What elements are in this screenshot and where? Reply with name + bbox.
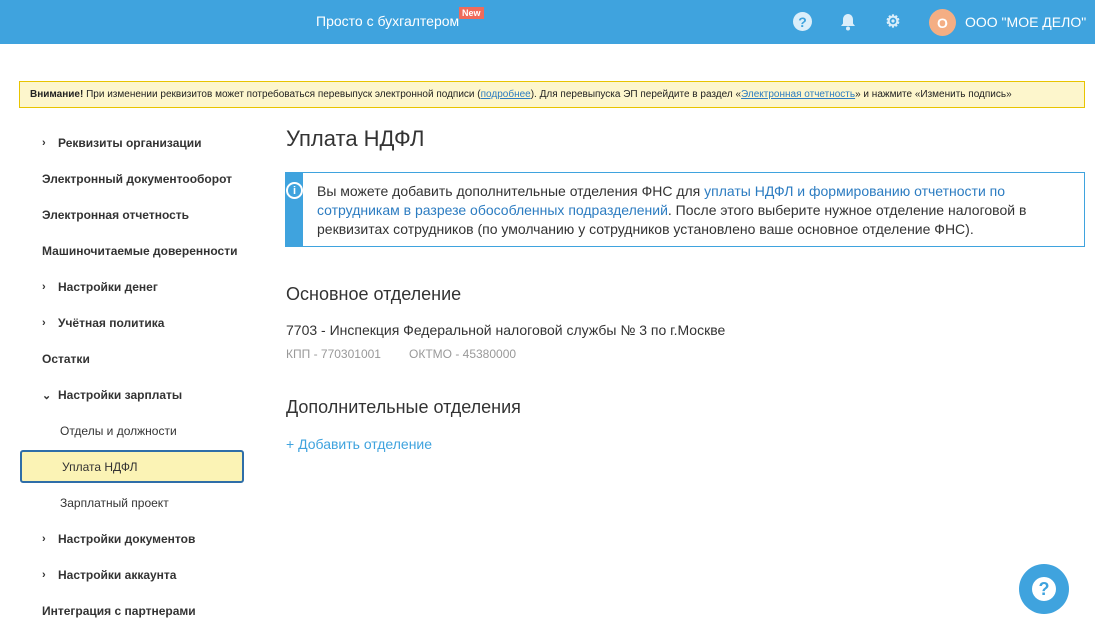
top-bar: Просто с бухгалтером New ? ⚙ О ООО "МОЕ … (0, 0, 1095, 44)
warning-text: » и нажмите «Изменить подпись» (855, 89, 1012, 100)
sidebar-item[interactable]: Зарплатный проект (20, 485, 244, 521)
sidebar-item-label: Отделы и должности (60, 424, 177, 438)
sidebar-item[interactable]: › Реквизиты организации (20, 125, 244, 161)
org-name[interactable]: ООО "МОЕ ДЕЛО" (965, 14, 1086, 30)
sidebar: › Реквизиты организации Электронный докуме… (20, 125, 244, 629)
sidebar-item[interactable]: Остатки (20, 341, 244, 377)
add-office-button[interactable]: + Добавить отделение (286, 436, 432, 452)
help-chat-button[interactable]: ? (1019, 564, 1069, 614)
sidebar-item-label: Настройки документов (58, 532, 196, 546)
sidebar-item[interactable]: › Настройки аккаунта (20, 557, 244, 593)
sidebar-item[interactable]: Интеграция с партнерами (20, 593, 244, 629)
details-link[interactable]: подробнее (481, 89, 531, 100)
warning-text: ). Для перевыпуска ЭП перейдите в раздел… (530, 89, 742, 100)
chevron-down-icon: ⌄ (42, 389, 52, 402)
sidebar-item[interactable]: Электронная отчетность (20, 197, 244, 233)
sidebar-item[interactable]: Уплата НДФЛ (20, 450, 244, 483)
chevron-right-icon: › (42, 533, 46, 545)
sidebar-item-label: Электронный документооборот (42, 172, 233, 186)
e-reporting-link[interactable]: Электронная отчетность (741, 89, 855, 100)
chevron-right-icon: › (42, 137, 46, 149)
kpp-value: КПП - 770301001 (286, 347, 381, 361)
main-office-name: 7703 - Инспекция Федеральной налоговой с… (286, 322, 726, 338)
sidebar-item[interactable]: Машиночитаемые доверенности (20, 233, 244, 269)
chevron-right-icon: › (42, 281, 46, 293)
sidebar-item-label: Реквизиты организации (58, 136, 202, 150)
sidebar-item-label: Остатки (42, 352, 90, 366)
info-text: Вы можете добавить дополнительные отделе… (317, 183, 705, 199)
brand-link[interactable]: Просто с бухгалтером (316, 13, 459, 29)
sidebar-item[interactable]: › Учётная политика (20, 305, 244, 341)
new-badge: New (459, 7, 484, 19)
gear-icon[interactable]: ⚙ (883, 12, 903, 32)
sidebar-item-label: Зарплатный проект (60, 496, 169, 510)
sidebar-item-label: Машиночитаемые доверенности (42, 244, 238, 258)
question-icon: ? (1032, 577, 1056, 601)
extra-offices-heading: Дополнительные отделения (286, 397, 521, 417)
warning-title: Внимание! (30, 89, 84, 100)
sidebar-item-label: Настройки денег (58, 280, 158, 294)
sidebar-item[interactable]: Отделы и должности (20, 413, 244, 449)
sidebar-item[interactable]: Электронный документооборот (20, 161, 244, 197)
help-icon[interactable]: ? (793, 12, 812, 31)
chevron-right-icon: › (42, 317, 46, 329)
sidebar-item-label: Настройки зарплаты (58, 388, 183, 402)
info-icon: i (286, 182, 303, 199)
sidebar-item-label: Учётная политика (58, 316, 165, 330)
sidebar-item[interactable]: › Настройки денег (20, 269, 244, 305)
warning-text: При изменении реквизитов может потребова… (83, 89, 481, 100)
sidebar-item-label: Настройки аккаунта (58, 568, 177, 582)
bell-icon[interactable] (838, 12, 858, 32)
main-office-heading: Основное отделение (286, 284, 462, 304)
sidebar-item-label: Уплата НДФЛ (62, 459, 138, 474)
chevron-right-icon: › (42, 569, 46, 581)
sidebar-item[interactable]: ⌄ Настройки зарплаты (20, 377, 244, 413)
warning-banner: Внимание! При изменении реквизитов может… (19, 81, 1085, 108)
sidebar-item[interactable]: › Настройки документов (20, 521, 244, 557)
info-box: i Вы можете добавить дополнительные отде… (285, 172, 1085, 247)
sidebar-item-label: Интеграция с партнерами (42, 604, 196, 618)
sidebar-item-label: Электронная отчетность (42, 208, 190, 222)
page-title: Уплата НДФЛ (286, 126, 425, 151)
oktmo-value: ОКТМО - 45380000 (409, 347, 517, 361)
avatar[interactable]: О (929, 9, 956, 36)
